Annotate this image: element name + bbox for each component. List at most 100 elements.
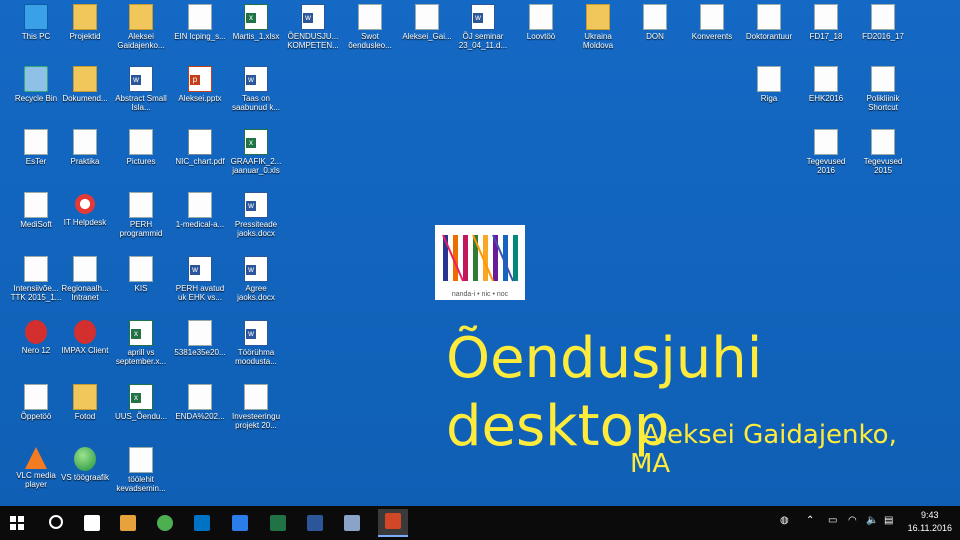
- wifi-icon[interactable]: ◠: [848, 515, 857, 526]
- app-icon-glyph: [344, 515, 360, 531]
- desktop[interactable]: This PC Projektid Aleksei Gaidajenko... EIN…: [0, 0, 960, 506]
- desktop-icon[interactable]: Loovtöö: [513, 0, 569, 62]
- word-icon: [244, 192, 268, 218]
- folder-icon: [73, 4, 97, 30]
- document-icon: [814, 4, 838, 30]
- desktop-icon[interactable]: Riga: [741, 62, 797, 124]
- desktop-icon-label: 1-medical-a...: [175, 220, 225, 229]
- desktop-icon[interactable]: ÕENDUSJU... KOMPETEN...: [285, 0, 341, 62]
- desktop-icon[interactable]: 5381e35e20...: [172, 316, 228, 378]
- keyboard-icon[interactable]: ▤: [884, 515, 893, 526]
- desktop-icon[interactable]: UUS_Õendu...: [113, 380, 169, 442]
- desktop-icon[interactable]: Nero 12: [8, 316, 64, 378]
- desktop-icon[interactable]: DON: [627, 0, 683, 62]
- edge-icon[interactable]: [228, 511, 252, 535]
- desktop-icon[interactable]: Martis_1.xlsx: [228, 0, 284, 62]
- taskbar: ◍ ⌃ ▭ ◠ 🔈 ▤ 9:43 16.11.2016: [0, 506, 960, 540]
- desktop-icon[interactable]: Dokumend...: [57, 62, 113, 124]
- show-hidden-icons[interactable]: ⌃: [806, 515, 814, 526]
- excel-icon: [129, 384, 153, 410]
- desktop-icon[interactable]: Aleksei Gaidajenko...: [113, 0, 169, 62]
- desktop-icon[interactable]: Recycle Bin: [8, 62, 64, 124]
- desktop-icon[interactable]: GRAAFIK_2... jaanuar_0.xls: [228, 125, 284, 187]
- powerpoint-icon[interactable]: [378, 509, 408, 537]
- desktop-icon[interactable]: Regionaalh... Intranet: [57, 252, 113, 314]
- desktop-icon[interactable]: Doktorantuur: [741, 0, 797, 62]
- store-icon[interactable]: [116, 511, 140, 535]
- desktop-icon[interactable]: Konverents: [684, 0, 740, 62]
- document-icon: [188, 384, 212, 410]
- desktop-icon-label: Riga: [760, 94, 778, 103]
- desktop-icon[interactable]: VS töögraafik: [57, 443, 113, 505]
- desktop-icon[interactable]: This PC: [8, 0, 64, 62]
- desktop-icon[interactable]: NIC_chart.pdf: [172, 125, 228, 187]
- desktop-icon[interactable]: IT Helpdesk: [57, 188, 113, 250]
- computer-icon: [24, 4, 48, 30]
- clock[interactable]: 9:43 16.11.2016: [908, 509, 952, 535]
- desktop-icon[interactable]: 1-medical-a...: [172, 188, 228, 250]
- desktop-icon[interactable]: EIN lcping_s...: [172, 0, 228, 62]
- desktop-icon[interactable]: Tegevused 2015: [855, 125, 911, 187]
- start-button[interactable]: [10, 516, 24, 530]
- task-view-icon[interactable]: [80, 511, 104, 535]
- document-icon: [643, 4, 667, 30]
- excel-icon[interactable]: [266, 511, 290, 535]
- desktop-icon[interactable]: Tegevused 2016: [798, 125, 854, 187]
- document-icon: [188, 4, 212, 30]
- desktop-icon[interactable]: Fotod: [57, 380, 113, 442]
- desktop-icon[interactable]: ENDA%202...: [172, 380, 228, 442]
- desktop-icon[interactable]: Ukraina Moldova: [570, 0, 626, 62]
- desktop-icon[interactable]: EsTer: [8, 125, 64, 187]
- desktop-icon[interactable]: ÕJ seminar 23_04_11.d...: [455, 0, 511, 62]
- desktop-icon[interactable]: Pressiteade jaoks.docx: [228, 188, 284, 250]
- desktop-icon[interactable]: Swot õendusleo...: [342, 0, 398, 62]
- desktop-icon-label: Intensiivõe... TTK 2015_1...: [10, 284, 62, 302]
- desktop-icon[interactable]: FD17_18: [798, 0, 854, 62]
- desktop-icon[interactable]: Pictures: [113, 125, 169, 187]
- desktop-icon[interactable]: Intensiivõe... TTK 2015_1...: [8, 252, 64, 314]
- desktop-icon[interactable]: KIS: [113, 252, 169, 314]
- folder-icon: [586, 4, 610, 30]
- desktop-icon[interactable]: EHK2016: [798, 62, 854, 124]
- desktop-icon[interactable]: MediSoft: [8, 188, 64, 250]
- desktop-icon[interactable]: IMPAX Client: [57, 316, 113, 378]
- volume-icon[interactable]: 🔈: [866, 515, 878, 526]
- desktop-icon-label: MediSoft: [20, 220, 52, 229]
- network-app-icon[interactable]: ◍: [780, 515, 789, 526]
- desktop-icon-label: Tegevused 2015: [863, 157, 903, 175]
- excel-icon: [244, 4, 268, 30]
- desktop-icon[interactable]: Aleksei.pptx: [172, 62, 228, 124]
- desktop-icon[interactable]: PERH programmid: [113, 188, 169, 250]
- desktop-icon[interactable]: Aleksei_Gai...: [399, 0, 455, 62]
- desktop-icon-label: Konverents: [691, 32, 733, 41]
- chrome-icon[interactable]: [153, 511, 177, 535]
- desktop-icon-label: Aleksei Gaidajenko...: [117, 32, 165, 50]
- desktop-icon[interactable]: FD2016_17: [855, 0, 911, 62]
- search-icon-glyph: [49, 515, 63, 529]
- desktop-icon[interactable]: aprill vs september.x...: [113, 316, 169, 378]
- logo-text: nanda-i • nic • noc: [451, 291, 509, 298]
- slide-author-line2: MA: [630, 449, 671, 479]
- desktop-icon-label: Abstract Small Isla...: [115, 94, 167, 112]
- lifebuoy-icon: [74, 192, 96, 216]
- outlook-icon[interactable]: [190, 511, 214, 535]
- desktop-icon[interactable]: Projektid: [57, 0, 113, 62]
- desktop-icon[interactable]: Taas on saabunud k...: [228, 62, 284, 124]
- desktop-icon[interactable]: Praktika: [57, 125, 113, 187]
- desktop-icon[interactable]: PERH avatud uk EHK vs...: [172, 252, 228, 314]
- battery-icon[interactable]: ▭: [828, 515, 837, 526]
- desktop-icon[interactable]: Investeeringu projekt 20...: [228, 380, 284, 442]
- search-icon[interactable]: [44, 511, 68, 535]
- word-icon[interactable]: [303, 511, 327, 535]
- desktop-icon[interactable]: Polikliinik Shortcut: [855, 62, 911, 124]
- user-folder-icon: [129, 4, 153, 30]
- desktop-icon[interactable]: Õppetöö: [8, 380, 64, 442]
- desktop-icon[interactable]: Abstract Small Isla...: [113, 62, 169, 124]
- powerpoint-icon-glyph: [385, 513, 401, 529]
- desktop-icon[interactable]: VLC media player: [8, 443, 64, 505]
- desktop-icon[interactable]: töölehit kevadsemin...: [113, 443, 169, 505]
- desktop-icon[interactable]: Töörühma moodusta...: [228, 316, 284, 378]
- desktop-icon[interactable]: Agree jaoks.docx: [228, 252, 284, 314]
- app-icon[interactable]: [340, 511, 364, 535]
- impax-icon: [74, 320, 96, 344]
